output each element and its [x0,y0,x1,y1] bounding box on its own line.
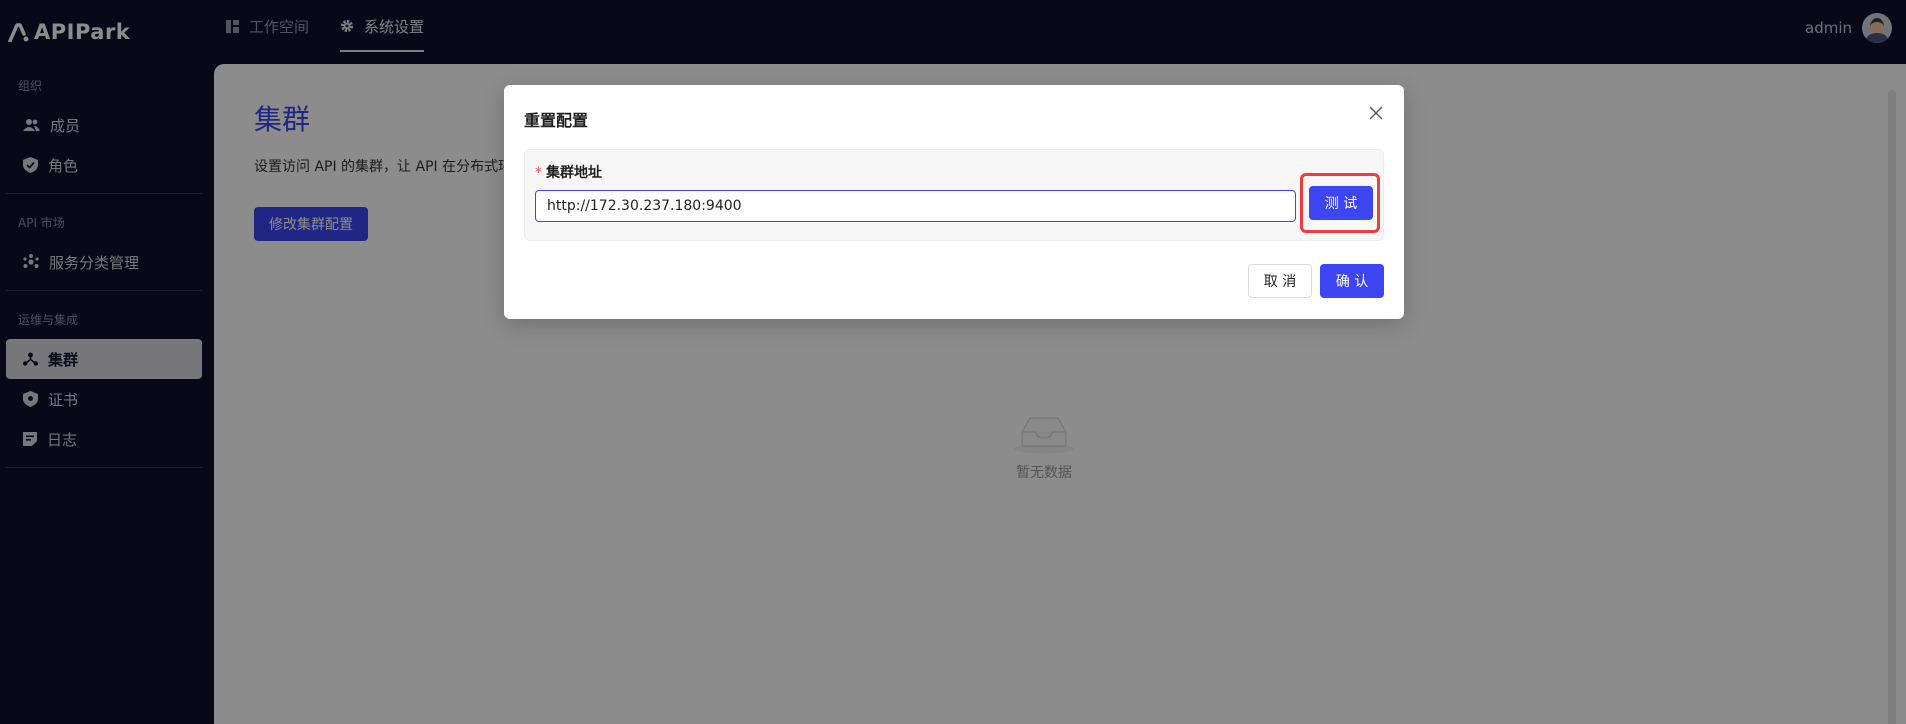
modal-close-button[interactable] [1364,101,1388,125]
cluster-address-label: * 集群地址 [535,162,602,182]
close-icon [1369,106,1383,120]
reset-config-modal: 重置配置 *集群地址 测 试 取 消 确 认 [504,85,1404,319]
cluster-address-label-text: 集群地址 [546,165,602,181]
modal-title: 重置配置 [524,111,589,130]
confirm-button[interactable]: 确 认 [1320,264,1384,298]
required-mark: * [535,165,542,181]
test-button[interactable]: 测 试 [1309,186,1373,220]
cluster-address-form: * 集群地址 [524,149,1384,241]
cluster-address-input[interactable] [535,190,1296,222]
cancel-button[interactable]: 取 消 [1248,264,1312,298]
